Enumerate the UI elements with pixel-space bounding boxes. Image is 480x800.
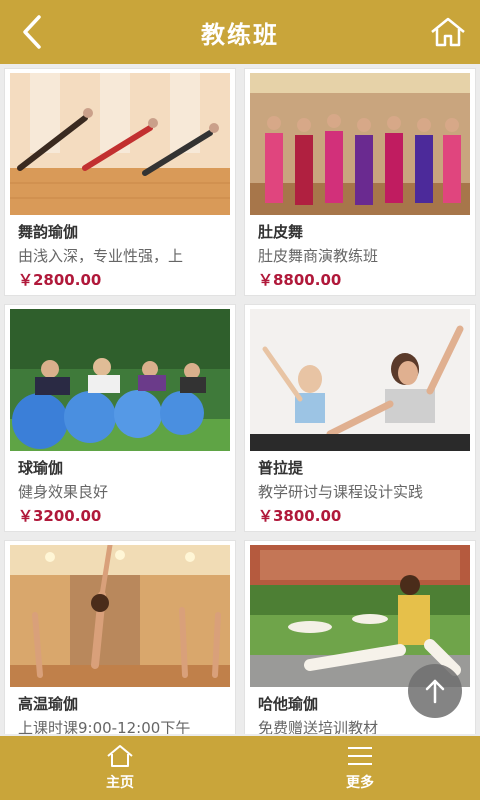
course-name: 哈他瑜伽 (258, 695, 319, 713)
back-button[interactable] (14, 12, 50, 52)
page-title: 教练班 (201, 20, 279, 49)
course-desc: 教学研讨与课程设计实践 (258, 483, 424, 501)
course-image (250, 309, 470, 451)
course-card[interactable]: 高温瑜伽 上课时课9:00-12:00下午 (4, 540, 236, 734)
course-image (10, 545, 230, 687)
course-name: 舞韵瑜伽 (18, 223, 79, 241)
course-name: 球瑜伽 (18, 459, 64, 477)
course-image (250, 73, 470, 215)
course-card[interactable]: 普拉提 教学研讨与课程设计实践 ￥3800.00 (244, 304, 476, 532)
course-card[interactable]: 舞韵瑜伽 由浅入深，专业性强，上 ￥2800.00 (4, 68, 236, 296)
home-button[interactable] (428, 14, 468, 50)
nav-more-label: 更多 (346, 775, 374, 791)
nav-more[interactable]: 更多 (240, 736, 480, 800)
course-image (10, 73, 230, 215)
course-name: 高温瑜伽 (18, 695, 79, 713)
course-price: ￥2800.00 (18, 271, 102, 289)
top-bar: 教练班 (0, 0, 480, 64)
home-icon (431, 17, 465, 47)
nav-home-label: 主页 (106, 775, 134, 791)
course-desc: 由浅入深，专业性强，上 (18, 247, 184, 265)
nav-home[interactable]: 主页 (0, 736, 240, 800)
course-desc: 免费赠送培训教材 (258, 719, 379, 734)
course-desc: 肚皮舞商演教练班 (258, 247, 379, 265)
back-arrow-icon (23, 15, 41, 49)
arrow-up-icon (425, 679, 445, 704)
course-price: ￥3800.00 (258, 507, 342, 525)
course-card[interactable]: 肚皮舞 肚皮舞商演教练班 ￥8800.00 (244, 68, 476, 296)
course-desc: 上课时课9:00-12:00下午 (18, 719, 191, 734)
course-price: ￥3200.00 (18, 507, 102, 525)
course-name: 普拉提 (258, 459, 304, 477)
course-desc: 健身效果良好 (18, 483, 109, 501)
course-price: ￥8800.00 (258, 271, 342, 289)
scroll-to-top-button[interactable] (408, 664, 462, 718)
course-card[interactable]: 球瑜伽 健身效果良好 ￥3200.00 (4, 304, 236, 532)
home-icon (107, 745, 133, 767)
menu-icon (348, 747, 372, 765)
course-grid: 舞韵瑜伽 由浅入深，专业性强，上 ￥2800.00 肚皮舞 肚皮舞商演教练班 ￥… (4, 68, 476, 734)
course-image (10, 309, 230, 451)
course-name: 肚皮舞 (258, 223, 304, 241)
bottom-nav: 主页 更多 (0, 736, 480, 800)
